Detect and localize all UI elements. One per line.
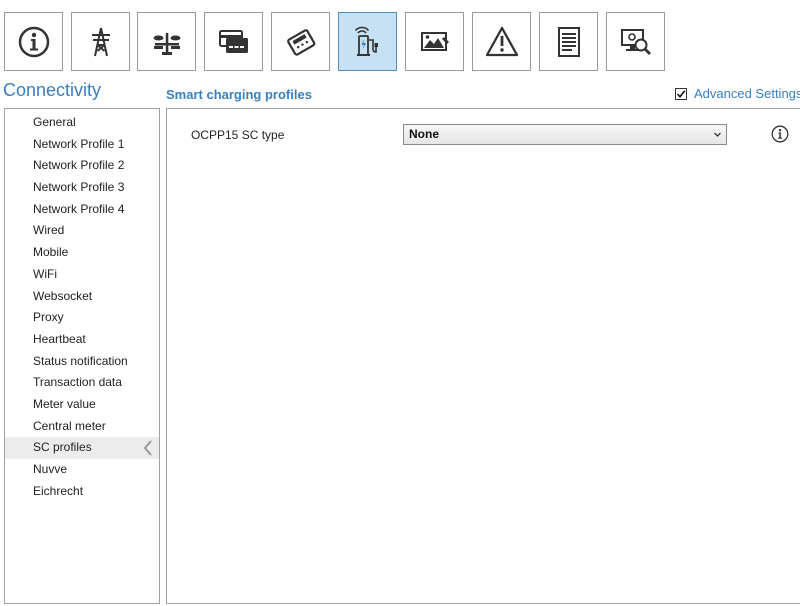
sidebar-item-mobile[interactable]: Mobile (5, 242, 159, 264)
sidebar-item-eichrecht[interactable]: Eichrecht (5, 481, 159, 503)
connectivity-tab-button[interactable] (338, 12, 397, 71)
content-panel: OCPP15 SC type None (166, 108, 800, 604)
info-tab-button[interactable] (4, 12, 63, 71)
image-display-icon (420, 31, 449, 51)
section-title: Connectivity (3, 80, 102, 100)
connectivity-charger-icon (354, 26, 378, 56)
sidebar-item-central-meter[interactable]: Central meter (5, 416, 159, 438)
sidebar-item-label: Central meter (33, 418, 106, 433)
sidebar-item-general[interactable]: General (5, 112, 159, 134)
sidebar-item-network-profile-2[interactable]: Network Profile 2 (5, 155, 159, 177)
display-tab-button[interactable] (405, 12, 464, 71)
sidebar-item-label: Meter value (33, 396, 96, 411)
sidebar-item-label: Transaction data (33, 375, 122, 390)
sidebar-item-label: Network Profile 1 (33, 136, 125, 151)
sidebar: General Network Profile 1 Network Profil… (4, 108, 160, 604)
sc-type-select[interactable]: None (403, 124, 727, 145)
sidebar-item-label: General (33, 115, 76, 129)
advanced-settings-toggle[interactable]: Advanced Settings (675, 86, 800, 101)
sc-type-value: None (409, 127, 439, 141)
sidebar-item-proxy[interactable]: Proxy (5, 307, 159, 329)
sidebar-item-network-profile-3[interactable]: Network Profile 3 (5, 177, 159, 199)
payment-card-icon (218, 29, 248, 53)
sidebar-item-transaction-data[interactable]: Transaction data (5, 372, 159, 394)
sidebar-item-label: Nuvve (33, 462, 68, 476)
sidebar-item-sc-profiles[interactable]: SC profiles (5, 437, 159, 459)
power-grid-tab-button[interactable] (71, 12, 130, 71)
info-icon[interactable] (771, 125, 789, 143)
chevron-down-icon (714, 132, 721, 137)
sidebar-item-label: SC profiles (33, 440, 92, 455)
info-icon (18, 26, 49, 57)
sidebar-item-status-notification[interactable]: Status notification (5, 351, 159, 373)
chevron-left-icon (143, 440, 152, 456)
sidebar-item-meter-value[interactable]: Meter value (5, 394, 159, 416)
diagnostics-search-icon (620, 28, 651, 55)
sidebar-item-label: Network Profile 2 (33, 158, 125, 173)
sidebar-item-network-profile-1[interactable]: Network Profile 1 (5, 134, 159, 156)
page-subtitle: Smart charging profiles (166, 87, 312, 102)
sidebar-item-label: Network Profile 3 (33, 180, 125, 195)
alerts-tab-button[interactable] (472, 12, 531, 71)
card-terminal-icon (286, 28, 315, 56)
sidebar-item-heartbeat[interactable]: Heartbeat (5, 329, 159, 351)
load-balancing-tab-button[interactable] (137, 12, 196, 71)
power-tower-icon (91, 27, 110, 56)
sidebar-item-wifi[interactable]: WiFi (5, 264, 159, 286)
sidebar-item-label: Websocket (33, 288, 93, 303)
sc-type-label: OCPP15 SC type (191, 128, 285, 142)
sidebar-item-label: Proxy (33, 310, 64, 325)
warning-icon (485, 26, 518, 56)
diagnostics-tab-button[interactable] (606, 12, 665, 71)
sidebar-item-label: Heartbeat (33, 331, 86, 346)
sidebar-item-label: Network Profile 4 (33, 201, 125, 216)
sidebar-item-label: Wired (33, 223, 65, 238)
sidebar-item-nuvve[interactable]: Nuvve (5, 459, 159, 481)
sidebar-item-wired[interactable]: Wired (5, 220, 159, 242)
payment-tab-button[interactable] (204, 12, 263, 71)
sidebar-item-label: Status notification (33, 353, 128, 368)
advanced-settings-checkbox[interactable] (675, 87, 687, 100)
document-icon (557, 26, 580, 57)
advanced-settings-label: Advanced Settings (694, 86, 800, 101)
checkmark-icon (676, 89, 686, 98)
logs-tab-button[interactable] (539, 12, 598, 71)
sidebar-item-label: Mobile (33, 245, 69, 260)
terminal-tab-button[interactable] (271, 12, 330, 71)
sidebar-item-websocket[interactable]: Websocket (5, 286, 159, 308)
toolbar (0, 0, 800, 78)
sidebar-item-label: Eichrecht (33, 483, 84, 498)
sidebar-item-label: WiFi (33, 266, 57, 281)
sidebar-item-network-profile-4[interactable]: Network Profile 4 (5, 199, 159, 221)
balance-scale-icon (153, 32, 180, 55)
